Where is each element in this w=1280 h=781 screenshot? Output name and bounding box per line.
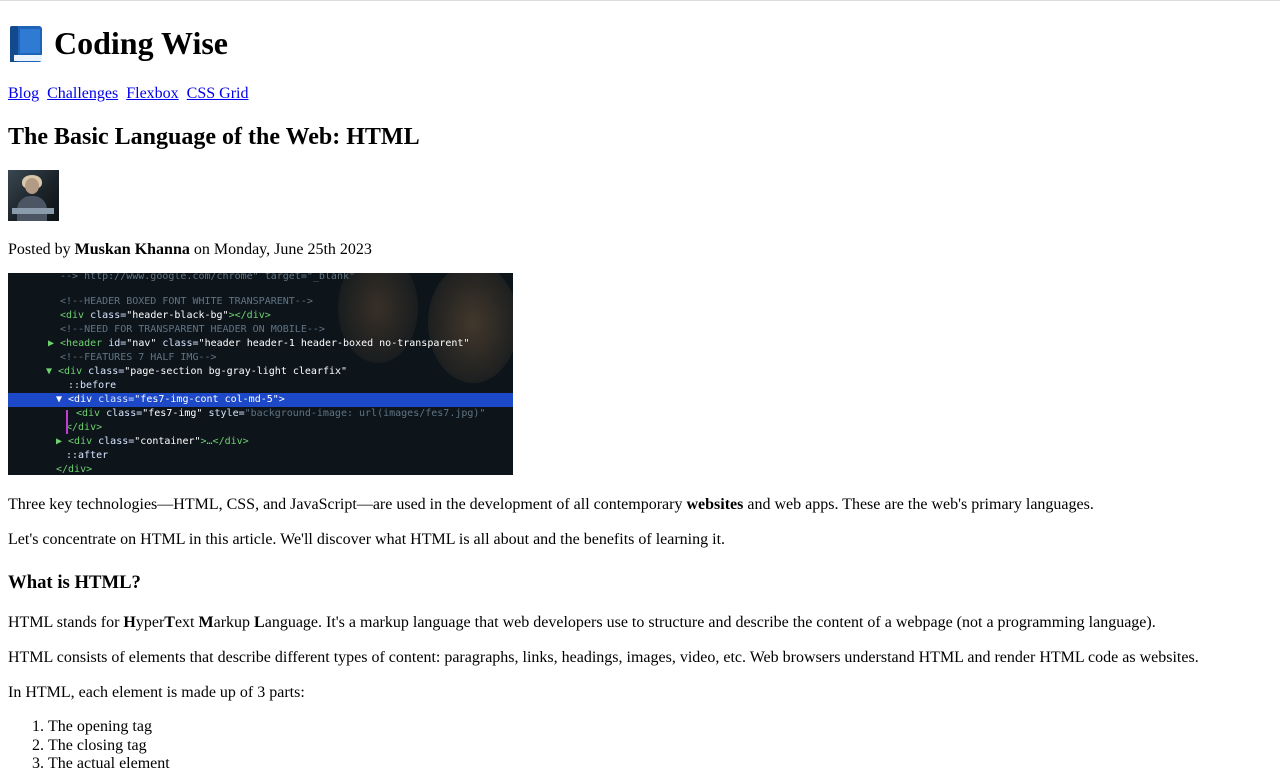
elements-paragraph: HTML consists of elements that describe … [8, 649, 1199, 667]
main-nav: Blog Challenges Flexbox CSS Grid [8, 85, 1272, 103]
posted-prefix: Posted by [8, 240, 71, 258]
hero-code-image: --> http://www.google.com/chrome" target… [8, 272, 513, 475]
parts-list: The opening tag The closing tag The actu… [8, 718, 1272, 774]
nav-link-flexbox[interactable]: Flexbox [126, 85, 178, 102]
post-meta: Posted by Muskan Khanna on Monday, June … [8, 241, 1272, 259]
author-name: Muskan Khanna [74, 240, 190, 258]
list-item: The actual element [48, 755, 1272, 774]
section-heading: What is HTML? [8, 571, 141, 593]
posted-date: on Monday, June 25th 2023 [193, 240, 372, 258]
site-title: Coding Wise [54, 25, 228, 62]
list-item: The closing tag [48, 737, 1272, 756]
list-item: The opening tag [48, 718, 1272, 737]
nav-link-blog[interactable]: Blog [8, 85, 39, 102]
html-definition-paragraph: HTML stands for HyperText Markup Languag… [8, 614, 1156, 632]
article-title: The Basic Language of the Web: HTML [8, 124, 420, 150]
site-header: Coding Wise [8, 25, 1272, 63]
nav-link-css-grid[interactable]: CSS Grid [187, 85, 249, 102]
nav-link-challenges[interactable]: Challenges [47, 85, 118, 102]
author-avatar [8, 169, 59, 221]
focus-paragraph: Let's concentrate on HTML in this articl… [8, 530, 726, 548]
websites-bold: websites [686, 495, 744, 513]
parts-paragraph: In HTML, each element is made up of 3 pa… [8, 684, 305, 702]
intro-paragraph: Three key technologies—HTML, CSS, and Ja… [8, 495, 1094, 513]
blue-book-icon [10, 26, 42, 62]
page: Coding Wise Blog Challenges Flexbox CSS … [0, 25, 1280, 774]
